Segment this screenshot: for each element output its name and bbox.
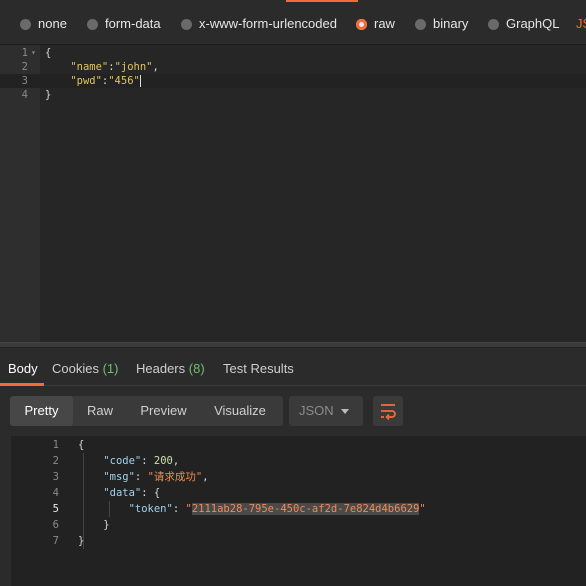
line-number: 1: [52, 439, 59, 451]
format-select[interactable]: JSON: [289, 396, 363, 426]
line-number: 3: [52, 471, 59, 483]
view-preview-button[interactable]: Preview: [127, 396, 200, 426]
code-text: {: [45, 47, 52, 59]
line-number: 2: [52, 455, 59, 467]
line-number: 4: [21, 89, 28, 101]
code-text: }: [45, 89, 52, 101]
wrap-lines-icon: [381, 404, 396, 420]
tab-body[interactable]: Body: [8, 361, 38, 376]
radio-label: x-www-form-urlencoded: [199, 16, 337, 31]
editor-line: 4 }: [0, 88, 586, 102]
radio-binary[interactable]: binary: [415, 16, 468, 32]
response-line: 5 "token": "2111ab28-795e-450c-af2d-7e82…: [11, 501, 586, 517]
radio-selected-icon: [356, 18, 367, 30]
line-number: 4: [52, 487, 59, 499]
code-text: "data": {: [103, 487, 161, 499]
radio-x-www-form-urlencoded[interactable]: x-www-form-urlencoded: [181, 16, 337, 32]
fold-arrow-icon[interactable]: ▾: [31, 46, 36, 60]
code-text: {: [78, 439, 85, 451]
wrap-lines-button[interactable]: [373, 396, 403, 426]
radio-raw[interactable]: raw: [356, 16, 395, 32]
radio-dot-icon: [20, 18, 31, 30]
tab-headers[interactable]: Headers (8): [136, 361, 205, 376]
line-number: 5: [52, 503, 59, 515]
active-tab-indicator: [286, 0, 358, 2]
chevron-down-icon: [341, 409, 349, 414]
format-value: JSON: [299, 403, 334, 418]
selected-token-text: 2111ab28-795e-450c-af2d-7e824d4b6629: [191, 503, 420, 515]
line-number: 7: [52, 535, 59, 547]
code-text: "code": 200,: [103, 455, 180, 467]
radio-dot-icon: [415, 18, 426, 30]
radio-label: none: [38, 16, 67, 31]
radio-label: GraphQL: [506, 16, 560, 31]
editor-line: 1 ▾ {: [0, 46, 586, 60]
tab-cookies[interactable]: Cookies (1): [52, 361, 118, 376]
code-text: }: [78, 535, 85, 547]
code-text: }: [103, 519, 110, 531]
response-toolbar: Pretty Raw Preview Visualize JSON: [0, 386, 586, 436]
radio-dot-icon: [488, 18, 499, 30]
radio-label: form-data: [105, 16, 161, 31]
view-raw-button[interactable]: Raw: [73, 396, 127, 426]
line-number: 1: [21, 47, 28, 59]
code-text: "name":"john",: [70, 61, 159, 73]
text-caret: [139, 75, 141, 87]
response-line: 7 }: [11, 533, 586, 549]
headers-count: (8): [188, 361, 205, 376]
radio-label: binary: [433, 16, 469, 31]
line-number: 2: [21, 61, 28, 73]
editor-line-current: 3 "pwd":"456": [0, 74, 586, 88]
response-tabs: Body Cookies (1) Headers (8) Test Result…: [0, 348, 586, 386]
response-line: 4 "data": {: [11, 485, 586, 501]
editor-line: 2 "name":"john",: [0, 60, 586, 74]
radio-dot-icon: [181, 18, 192, 30]
radio-label: raw: [374, 16, 395, 31]
code-text: "msg": "请求成功",: [103, 471, 209, 483]
radio-form-data[interactable]: form-data: [87, 16, 161, 32]
radio-dot-icon: [87, 18, 98, 30]
view-visualize-button[interactable]: Visualize: [200, 396, 280, 426]
view-mode-group: Pretty Raw Preview Visualize: [10, 396, 283, 426]
code-text: "token": "2111ab28-795e-450c-af2d-7e824d…: [128, 503, 426, 515]
response-body-viewer[interactable]: 1 { 2 "code": 200, 3 "msg": "请求成功", 4 "d…: [11, 436, 586, 586]
cookies-count: (1): [102, 361, 119, 376]
tab-test-results[interactable]: Test Results: [223, 361, 294, 376]
request-body-editor[interactable]: 1 ▾ { 2 "name":"john", 3 "pwd":"456" 4 }: [0, 44, 586, 342]
radio-graphql[interactable]: GraphQL: [488, 16, 559, 32]
view-pretty-button[interactable]: Pretty: [10, 396, 73, 426]
radio-label: JS: [576, 16, 586, 31]
radio-none[interactable]: none: [20, 16, 67, 32]
response-line: 6 }: [11, 517, 586, 533]
response-line: 2 "code": 200,: [11, 453, 586, 469]
type-overflow-label[interactable]: JS: [576, 16, 586, 32]
response-line: 1 {: [11, 437, 586, 453]
body-type-bar: none form-data x-www-form-urlencoded raw…: [0, 0, 586, 44]
line-number: 6: [52, 519, 59, 531]
response-line: 3 "msg": "请求成功",: [11, 469, 586, 485]
line-number: 3: [21, 75, 28, 87]
code-text: "pwd":"456": [70, 75, 141, 87]
